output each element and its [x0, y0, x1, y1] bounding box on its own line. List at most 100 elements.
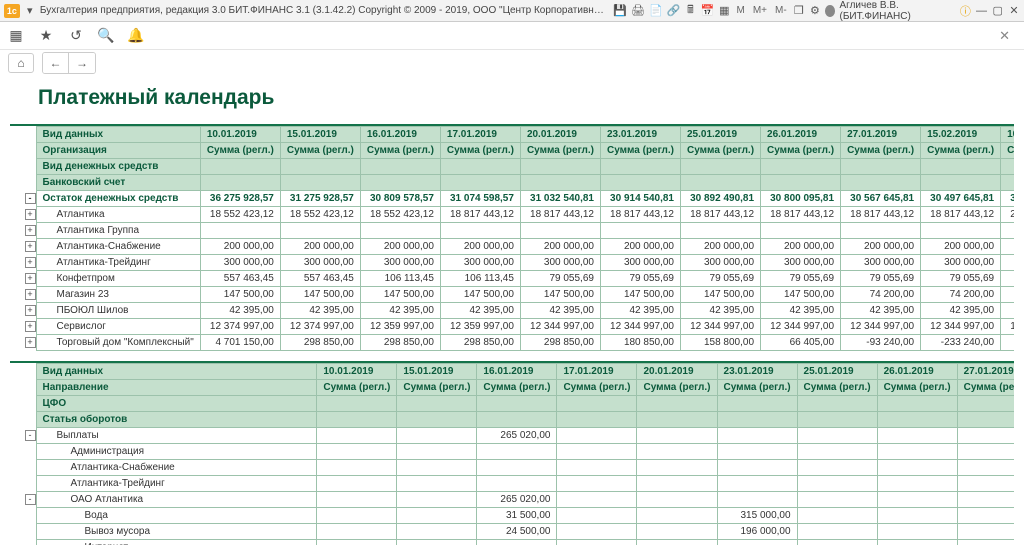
forward-button[interactable]: →	[69, 53, 95, 73]
date-header: 27.01.2019	[841, 127, 921, 143]
star-icon[interactable]: ★	[38, 28, 54, 44]
settings-icon[interactable]: ⚙	[809, 4, 821, 18]
history-icon[interactable]: ↺	[68, 28, 84, 44]
date-header: 16.01.2019	[360, 127, 440, 143]
cell: 30 892 490,81	[681, 191, 761, 207]
cell: 147 500,00	[600, 287, 680, 303]
cell: 66 405,00	[761, 335, 841, 351]
link-icon[interactable]: 🔗	[667, 4, 681, 18]
cell: 200 000,00	[921, 239, 1001, 255]
cell: 300 000,00	[280, 255, 360, 271]
cell: 265 020,00	[477, 428, 557, 444]
tree-toggle[interactable]: +	[25, 225, 36, 236]
cell	[717, 492, 797, 508]
cell	[797, 524, 877, 540]
search-icon[interactable]: 🔍	[98, 28, 114, 44]
cell	[600, 223, 680, 239]
tree-toggle[interactable]: +	[25, 289, 36, 300]
dropdown-icon[interactable]: ▾	[24, 4, 36, 18]
minimize-icon[interactable]: —	[975, 4, 987, 18]
cell	[877, 444, 957, 460]
tree-toggle[interactable]: +	[25, 209, 36, 220]
cell: 18 817 443,12	[600, 207, 680, 223]
cell: 180 850,00	[600, 335, 680, 351]
sum-header: Сумма (регл.)	[520, 143, 600, 159]
cell: 36 275 928,57	[200, 191, 280, 207]
row-label: Атлантика-Трейдинг	[36, 476, 317, 492]
cell	[637, 508, 717, 524]
col-header: Организация	[36, 143, 200, 159]
tree-toggle[interactable]: +	[25, 257, 36, 268]
date-header: 20.01.2019	[520, 127, 600, 143]
cell	[797, 460, 877, 476]
cell: 79 055,69	[921, 271, 1001, 287]
cell: 200 000,00	[200, 239, 280, 255]
app-logo-1c: 1c	[4, 4, 20, 18]
tree-toggle[interactable]: -	[25, 494, 36, 505]
save-icon[interactable]: 💾	[613, 4, 627, 18]
cell	[957, 508, 1014, 524]
cell: 196 000,00	[717, 524, 797, 540]
tree-toggle[interactable]: +	[25, 321, 36, 332]
row-label: Торговый дом "Комплексный"	[36, 335, 200, 351]
m-minus-button[interactable]: M-	[773, 5, 789, 16]
cell: 298 850,00	[280, 335, 360, 351]
window-list-icon[interactable]: ❐	[793, 4, 805, 18]
tree-toggle[interactable]: +	[25, 337, 36, 348]
cell	[397, 540, 477, 545]
cell	[477, 476, 557, 492]
tree-toggle[interactable]: +	[25, 305, 36, 316]
maximize-icon[interactable]: ▢	[992, 4, 1004, 18]
cell	[797, 444, 877, 460]
cell	[397, 508, 477, 524]
cell	[317, 428, 397, 444]
cell: 42 395,00	[360, 303, 440, 319]
cell: 315 000,00	[717, 508, 797, 524]
tree-toggle[interactable]: -	[25, 430, 36, 441]
home-button[interactable]: ⌂	[8, 53, 34, 73]
window-title: Бухгалтерия предприятия, редакция 3.0 БИ…	[40, 5, 605, 16]
cell: 265 020,00	[477, 492, 557, 508]
cell: 106 113,45	[360, 271, 440, 287]
close-tab-icon[interactable]: ✕	[993, 28, 1016, 44]
cell: 300 000,00	[360, 255, 440, 271]
cell: 147 500,00	[200, 287, 280, 303]
sum-header: Сумма (регл.)	[761, 143, 841, 159]
cell	[440, 223, 520, 239]
m-plus-button[interactable]: M+	[751, 5, 769, 16]
back-button[interactable]: ←	[43, 53, 69, 73]
cell: 200 000,00	[280, 239, 360, 255]
row-label: Вода	[36, 508, 317, 524]
cell: 147 500,00	[520, 287, 600, 303]
row-label: Атлантика-Трейдинг	[36, 255, 200, 271]
cell: 200 000,00	[841, 239, 921, 255]
m-button[interactable]: M	[734, 5, 746, 16]
cell	[637, 540, 717, 545]
doc-icon[interactable]: 📄	[649, 4, 663, 18]
close-window-icon[interactable]: ✕	[1008, 4, 1020, 18]
date-header: 15.01.2019	[280, 127, 360, 143]
calendar-icon[interactable]: 📅	[701, 4, 715, 18]
grid-icon[interactable]: ▦	[718, 4, 730, 18]
date-header: 23.01.2019	[600, 127, 680, 143]
cell	[520, 223, 600, 239]
cell: 18 552 423,12	[360, 207, 440, 223]
bell-icon[interactable]: 🔔	[128, 28, 144, 44]
row-label: Выплаты	[36, 428, 317, 444]
cell: 12 344 997,00	[841, 319, 921, 335]
cell	[557, 444, 637, 460]
calc-icon[interactable]: 🖩	[684, 4, 696, 18]
tree-toggle[interactable]: +	[25, 241, 36, 252]
apps-icon[interactable]: ▦	[8, 28, 24, 44]
tree-toggle[interactable]: -	[25, 193, 36, 204]
print-icon[interactable]: 🖨	[631, 4, 645, 18]
cell	[761, 223, 841, 239]
info-icon[interactable]: ⓘ	[959, 4, 971, 18]
cell	[317, 492, 397, 508]
user-chip[interactable]: Агличев В.В. (БИТ.ФИНАНС)	[825, 0, 955, 22]
cell: 18 552 423,12	[200, 207, 280, 223]
cell	[317, 460, 397, 476]
cell	[877, 524, 957, 540]
cell: 20 988 363,12	[1001, 207, 1014, 223]
tree-toggle[interactable]: +	[25, 273, 36, 284]
